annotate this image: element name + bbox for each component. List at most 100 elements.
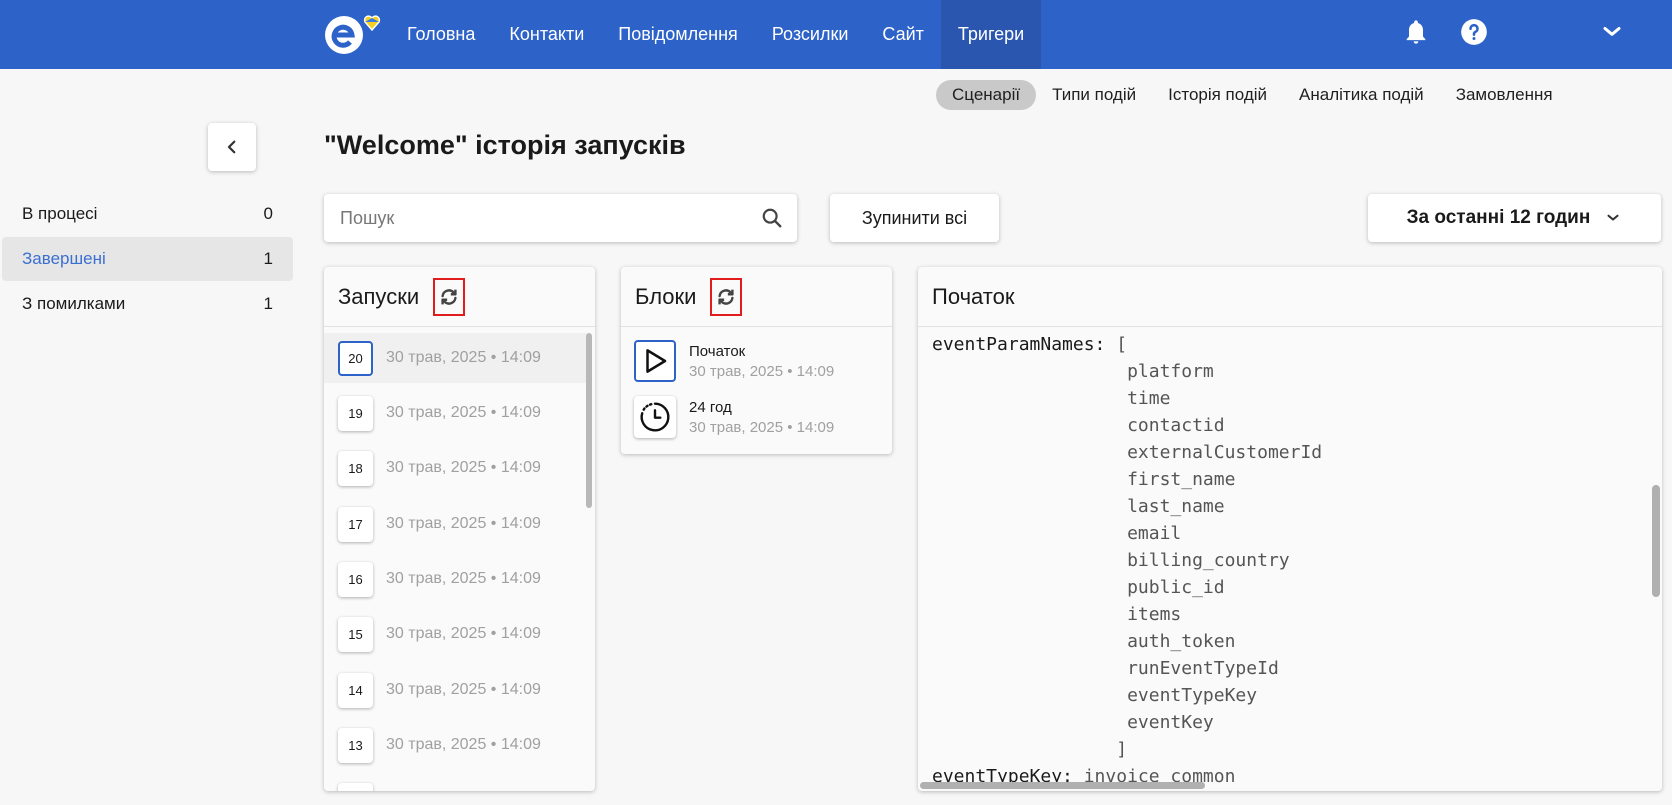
run-number: 16 bbox=[338, 561, 373, 597]
code-line: email bbox=[932, 520, 1648, 547]
nav-item-home[interactable]: Головна bbox=[390, 0, 492, 69]
run-row[interactable]: 15 30 трав, 2025 • 14:09 bbox=[324, 609, 586, 659]
runs-panel-header: Запуски bbox=[324, 267, 595, 327]
code-line: last_name bbox=[932, 493, 1648, 520]
nav-item-triggers[interactable]: Тригери bbox=[940, 0, 1042, 69]
sidebar-item-label: В процесі bbox=[22, 204, 98, 223]
code-line: auth_token bbox=[932, 628, 1648, 655]
nav-item-site[interactable]: Сайт bbox=[865, 0, 941, 69]
run-row[interactable]: 16 30 трав, 2025 • 14:09 bbox=[324, 554, 586, 604]
run-number-partial bbox=[338, 782, 373, 791]
run-number: 19 bbox=[338, 395, 373, 431]
code-line: contactid bbox=[932, 412, 1648, 439]
stop-all-button[interactable]: Зупинити всі bbox=[830, 194, 999, 242]
code-value: contactid bbox=[932, 415, 1225, 436]
block-row-start[interactable]: Початок 30 трав, 2025 • 14:09 bbox=[621, 333, 892, 389]
refresh-icon bbox=[718, 288, 735, 305]
run-row[interactable]: 14 30 трав, 2025 • 14:09 bbox=[324, 665, 586, 715]
runs-scrollbar[interactable] bbox=[586, 333, 592, 508]
run-date: 30 трав, 2025 • 14:09 bbox=[386, 404, 541, 421]
code-line: ] bbox=[932, 736, 1648, 763]
sidebar-item-count: 0 bbox=[263, 204, 273, 223]
sidebar-item-errors[interactable]: З помилками 1 bbox=[2, 282, 293, 326]
logo-icon[interactable] bbox=[322, 10, 388, 58]
runs-panel: Запуски 20 30 трав, 2025 • 14:09 19 30 т… bbox=[324, 267, 595, 791]
chevron-left-icon bbox=[227, 140, 236, 154]
sidebar-item-count: 1 bbox=[263, 249, 273, 268]
runs-panel-title: Запуски bbox=[338, 283, 420, 309]
block-date: 30 трав, 2025 • 14:09 bbox=[689, 418, 835, 436]
run-date: 30 трав, 2025 • 14:09 bbox=[386, 459, 541, 476]
details-vertical-scrollbar[interactable] bbox=[1652, 485, 1660, 597]
run-number: 13 bbox=[338, 727, 373, 763]
refresh-runs-button[interactable] bbox=[433, 277, 466, 316]
code-value: last_name bbox=[932, 496, 1225, 517]
nav-item-campaigns[interactable]: Розсилки bbox=[755, 0, 866, 69]
code-value: runEventTypeId bbox=[932, 658, 1279, 679]
details-panel-title: Початок bbox=[932, 283, 1015, 309]
run-date: 30 трав, 2025 • 14:09 bbox=[386, 570, 541, 587]
search-input[interactable] bbox=[340, 194, 730, 242]
code-value: public_id bbox=[932, 577, 1225, 598]
run-number: 18 bbox=[338, 450, 373, 486]
code-line: first_name bbox=[932, 466, 1648, 493]
tab-event-types[interactable]: Типи подій bbox=[1036, 80, 1152, 110]
run-row[interactable]: 19 30 трав, 2025 • 14:09 bbox=[324, 388, 586, 438]
tab-event-history[interactable]: Історія подій bbox=[1152, 80, 1283, 110]
code-value: externalCustomerId bbox=[932, 442, 1323, 463]
block-name: Початок bbox=[689, 342, 746, 360]
help-icon[interactable] bbox=[1460, 18, 1488, 46]
run-date: 30 трав, 2025 • 14:09 bbox=[386, 736, 541, 753]
code-value: platform bbox=[932, 361, 1214, 382]
run-number: 14 bbox=[338, 672, 373, 708]
run-row[interactable] bbox=[324, 775, 586, 791]
code-line: eventTypeKey bbox=[932, 682, 1648, 709]
refresh-blocks-button[interactable] bbox=[710, 277, 743, 316]
code-line: items bbox=[932, 601, 1648, 628]
run-number: 15 bbox=[338, 616, 373, 652]
code-view: eventParamNames: [ platform time contact… bbox=[918, 327, 1662, 791]
search-icon[interactable] bbox=[761, 207, 783, 229]
code-value: auth_token bbox=[932, 631, 1236, 652]
run-row[interactable]: 17 30 трав, 2025 • 14:09 bbox=[324, 499, 586, 549]
sidebar-item-count: 1 bbox=[263, 294, 273, 313]
bell-icon[interactable] bbox=[1402, 18, 1430, 46]
chevron-down-icon[interactable] bbox=[1598, 18, 1626, 46]
sidebar-item-in-progress[interactable]: В процесі 0 bbox=[2, 192, 293, 236]
code-line: time bbox=[932, 385, 1648, 412]
details-panel: Початок eventParamNames: [ platform time… bbox=[918, 267, 1662, 791]
run-row[interactable]: 18 30 трав, 2025 • 14:09 bbox=[324, 443, 586, 493]
run-row[interactable]: 13 30 трав, 2025 • 14:09 bbox=[324, 720, 586, 770]
code-value: eventTypeKey bbox=[932, 685, 1258, 706]
code-line: eventKey bbox=[932, 709, 1648, 736]
code-key: eventParamNames: bbox=[932, 334, 1117, 355]
nav-item-contacts[interactable]: Контакти bbox=[492, 0, 601, 69]
code-value: billing_country bbox=[932, 550, 1290, 571]
code-line: eventParamNames: [ bbox=[932, 331, 1648, 358]
period-select-label: За останні 12 годин bbox=[1406, 207, 1591, 228]
tab-orders[interactable]: Замовлення bbox=[1440, 80, 1569, 110]
back-button[interactable] bbox=[208, 123, 256, 171]
code-value: eventKey bbox=[932, 712, 1214, 733]
sidebar-item-completed[interactable]: Завершені 1 bbox=[2, 237, 293, 281]
run-date: 30 трав, 2025 • 14:09 bbox=[386, 515, 541, 532]
run-date: 30 трав, 2025 • 14:09 bbox=[386, 625, 541, 642]
code-value: first_name bbox=[932, 469, 1236, 490]
blocks-panel-title: Блоки bbox=[635, 283, 697, 309]
run-date: 30 трав, 2025 • 14:09 bbox=[386, 681, 541, 698]
tab-event-analytics[interactable]: Аналітика подій bbox=[1283, 80, 1440, 110]
tab-scenarios[interactable]: Сценарії bbox=[936, 80, 1037, 110]
page-title: "Welcome" історія запусків bbox=[324, 130, 686, 160]
code-value: email bbox=[932, 523, 1182, 544]
run-row[interactable]: 20 30 трав, 2025 • 14:09 bbox=[324, 333, 586, 383]
details-horizontal-scrollbar[interactable] bbox=[920, 782, 1205, 789]
code-line: platform bbox=[932, 358, 1648, 385]
code-line: runEventTypeId bbox=[932, 655, 1648, 682]
play-icon bbox=[634, 340, 676, 382]
code-value: [ bbox=[1116, 334, 1128, 355]
nav-item-messages[interactable]: Повідомлення bbox=[601, 0, 755, 69]
block-row-wait[interactable]: 24 год 30 трав, 2025 • 14:09 bbox=[621, 389, 892, 445]
block-date: 30 трав, 2025 • 14:09 bbox=[689, 362, 835, 380]
code-value: items bbox=[932, 604, 1182, 625]
period-select[interactable]: За останні 12 годин bbox=[1368, 194, 1661, 242]
